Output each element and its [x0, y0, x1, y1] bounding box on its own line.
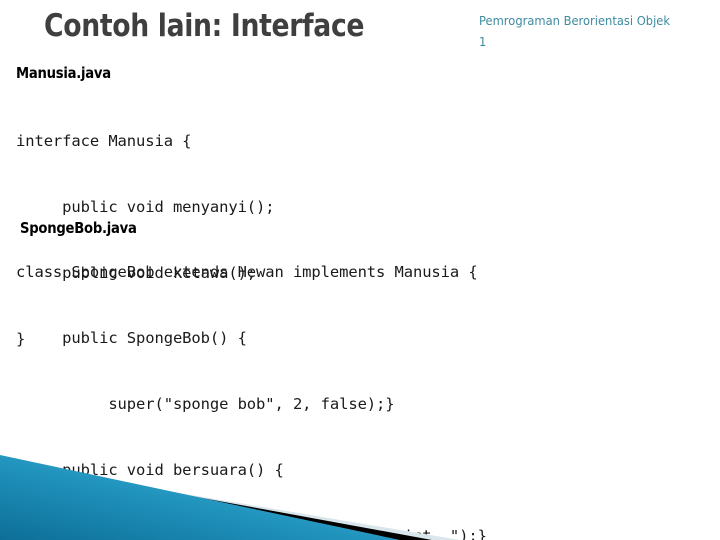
page-title: Contoh lain: Interface	[44, 8, 365, 44]
code-line: super("sponge bob", 2, false);}	[16, 395, 395, 413]
code-line: interface Manusia {	[16, 132, 192, 150]
code-block-spongebob: class SpongeBob extends Hewan implements…	[16, 217, 588, 540]
slide-canvas: Contoh lain: Interface Pemrograman Beror…	[0, 0, 720, 540]
code-line: public void menyanyi();	[16, 198, 275, 216]
code-line: System.out.println("\nhallo patrict..");…	[16, 527, 487, 540]
code-line: public SpongeBob() {	[16, 329, 247, 347]
file-heading-manusia: Manusia.java	[16, 64, 111, 82]
code-line: class SpongeBob extends Hewan implements…	[16, 263, 478, 281]
code-line: public void bersuara() {	[16, 461, 284, 479]
course-subtitle: Pemrograman Berorientasi Objek 1	[479, 13, 671, 49]
